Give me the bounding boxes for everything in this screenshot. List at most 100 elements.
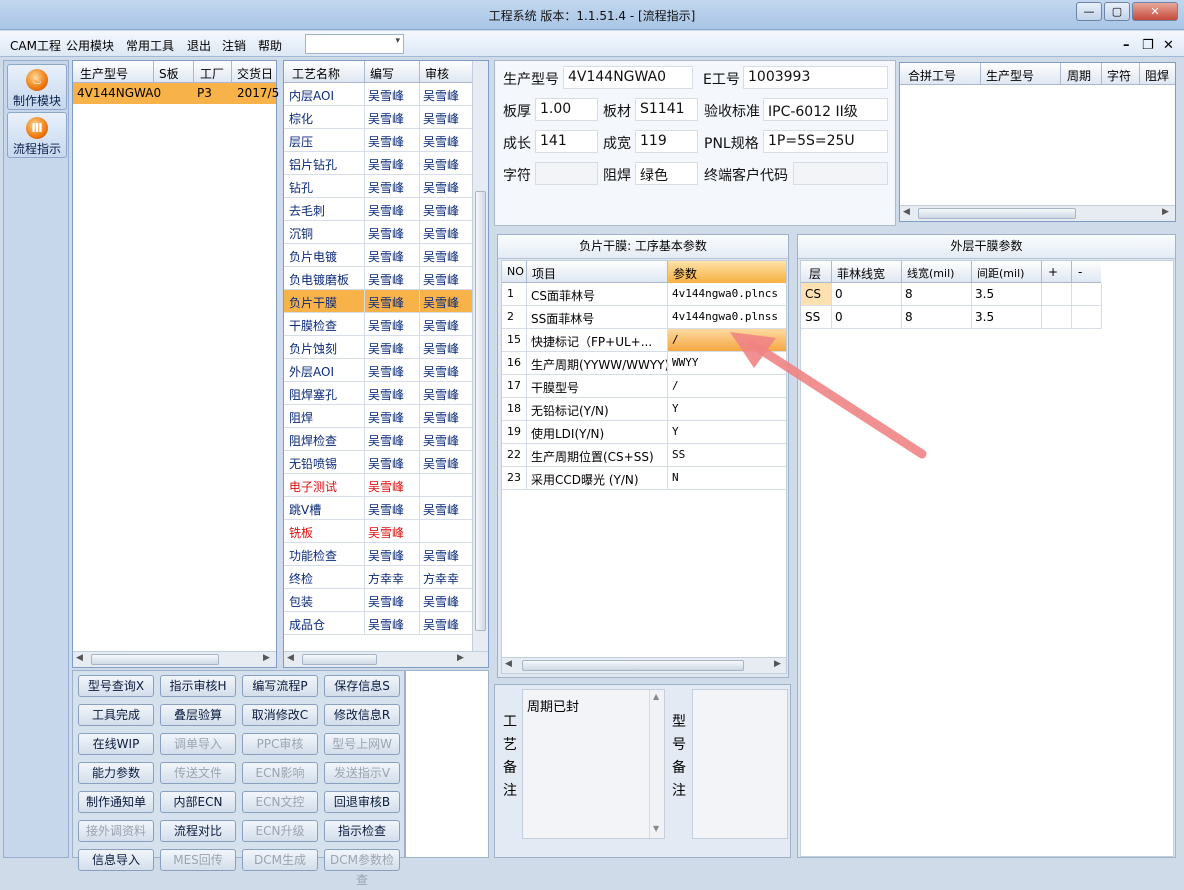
action-button[interactable]: 工具完成 bbox=[78, 704, 154, 726]
action-button[interactable]: DCM生成 bbox=[242, 849, 318, 871]
table-row[interactable]: 4V144NGWA0 P3 2017/5 bbox=[73, 83, 279, 104]
action-button[interactable]: 回退审核B bbox=[324, 791, 400, 813]
cell-param[interactable]: Y bbox=[672, 425, 679, 438]
process-note-box[interactable]: 周期已封 ▲ ▼ bbox=[522, 689, 665, 839]
table-row[interactable]: 铝片钻孔 吴雪峰 吴雪峰 bbox=[284, 152, 472, 175]
table-row[interactable]: 负电镀磨板 吴雪峰 吴雪峰 bbox=[284, 267, 472, 290]
action-button[interactable]: 内部ECN bbox=[160, 791, 236, 813]
table-row[interactable]: 沉铜 吴雪峰 吴雪峰 bbox=[284, 221, 472, 244]
menu-public[interactable]: 公用模块 bbox=[66, 37, 114, 54]
table-row[interactable]: 棕化 吴雪峰 吴雪峰 bbox=[284, 106, 472, 129]
table-row[interactable]: 层压 吴雪峰 吴雪峰 bbox=[284, 129, 472, 152]
action-button[interactable]: 指示审核H bbox=[160, 675, 236, 697]
table-row[interactable]: 阻焊检查 吴雪峰 吴雪峰 bbox=[284, 428, 472, 451]
col-s[interactable]: S板 bbox=[159, 65, 179, 82]
action-button[interactable]: 传送文件 bbox=[160, 762, 236, 784]
horizontal-scrollbar[interactable]: ◀ ▶ bbox=[73, 651, 276, 667]
action-button[interactable]: PPC审核 bbox=[242, 733, 318, 755]
table-row[interactable]: 干膜检查 吴雪峰 吴雪峰 bbox=[284, 313, 472, 336]
customer-field[interactable] bbox=[793, 162, 888, 185]
menu-logout[interactable]: 注销 bbox=[222, 37, 246, 54]
action-button[interactable]: 制作通知单 bbox=[78, 791, 154, 813]
cell-param[interactable]: N bbox=[672, 471, 679, 484]
vertical-scrollbar[interactable]: ▲ ▼ bbox=[649, 690, 664, 838]
table-row[interactable]: 跳V槽 吴雪峰 吴雪峰 bbox=[284, 497, 472, 520]
cell-param[interactable]: 4v144ngwa0.plncs bbox=[672, 287, 778, 300]
col-model[interactable]: 生产型号 bbox=[80, 65, 128, 82]
col-auditor[interactable]: 审核 bbox=[425, 65, 449, 82]
table-row[interactable]: CS 0 8 3.5 bbox=[801, 283, 1102, 306]
col-item[interactable]: 项目 bbox=[532, 265, 556, 282]
action-button[interactable]: 能力参数 bbox=[78, 762, 154, 784]
col-merge-mask[interactable]: 阻焊 bbox=[1145, 67, 1169, 84]
action-button[interactable]: 叠层验算 bbox=[160, 704, 236, 726]
action-button[interactable]: 流程对比 bbox=[160, 820, 236, 842]
mdi-close-button[interactable]: ✕ bbox=[1163, 38, 1174, 53]
action-button[interactable]: ECN文控 bbox=[242, 791, 318, 813]
maximize-button[interactable]: ▢ bbox=[1104, 2, 1130, 21]
mask-field[interactable]: 绿色 bbox=[635, 162, 698, 185]
col-spacing[interactable]: 间距(mil) bbox=[977, 265, 1024, 281]
cell-spacing[interactable]: 3.5 bbox=[975, 287, 994, 301]
action-button[interactable]: 在线WIP bbox=[78, 733, 154, 755]
vertical-scrollbar[interactable] bbox=[472, 61, 488, 651]
table-row[interactable]: 负片干膜 吴雪峰 吴雪峰 bbox=[284, 290, 472, 313]
cell-param[interactable]: SS bbox=[672, 448, 685, 461]
action-button[interactable]: DCM参数检查 bbox=[324, 849, 400, 887]
table-row[interactable]: 铣板 吴雪峰 bbox=[284, 520, 472, 543]
col-param[interactable]: 参数 bbox=[673, 265, 697, 282]
table-row[interactable]: 负片电镀 吴雪峰 吴雪峰 bbox=[284, 244, 472, 267]
col-line-width[interactable]: 线宽(mil) bbox=[907, 265, 954, 281]
col-factory[interactable]: 工厂 bbox=[200, 65, 224, 82]
action-button[interactable]: 保存信息S bbox=[324, 675, 400, 697]
col-merge-char[interactable]: 字符 bbox=[1107, 67, 1131, 84]
menu-tools[interactable]: 常用工具 bbox=[126, 37, 174, 54]
table-row[interactable]: 23 采用CCD曝光 (Y/N) N bbox=[502, 467, 786, 490]
table-row[interactable]: 钻孔 吴雪峰 吴雪峰 bbox=[284, 175, 472, 198]
col-film-width[interactable]: 菲林线宽 bbox=[837, 265, 885, 282]
action-button[interactable]: 型号上网W bbox=[324, 733, 400, 755]
table-row[interactable]: 包装 吴雪峰 吴雪峰 bbox=[284, 589, 472, 612]
action-button[interactable]: 型号查询X bbox=[78, 675, 154, 697]
menu-exit[interactable]: 退出 bbox=[187, 37, 211, 54]
cell-line-width[interactable]: 8 bbox=[905, 310, 913, 324]
table-row[interactable]: 终检 方幸幸 方幸幸 bbox=[284, 566, 472, 589]
col-layer[interactable]: 层 bbox=[809, 265, 821, 282]
horizontal-scrollbar[interactable]: ◀ ▶ bbox=[900, 205, 1175, 221]
cell-film-width[interactable]: 0 bbox=[835, 287, 843, 301]
table-row[interactable]: 阻焊 吴雪峰 吴雪峰 bbox=[284, 405, 472, 428]
pnl-field[interactable]: 1P=5S=25U bbox=[763, 130, 888, 153]
action-button[interactable]: 发送指示V bbox=[324, 762, 400, 784]
col-merge-model[interactable]: 生产型号 bbox=[986, 67, 1034, 84]
action-button[interactable]: 指示检查 bbox=[324, 820, 400, 842]
cell-param[interactable]: Y bbox=[672, 402, 679, 415]
table-row[interactable]: 无铅喷锡 吴雪峰 吴雪峰 bbox=[284, 451, 472, 474]
col-process[interactable]: 工艺名称 bbox=[292, 65, 340, 82]
cell-param[interactable]: / bbox=[672, 333, 679, 346]
length-field[interactable]: 141 bbox=[535, 130, 598, 153]
minimize-button[interactable]: — bbox=[1076, 2, 1102, 21]
char-field[interactable] bbox=[535, 162, 598, 185]
horizontal-scrollbar[interactable]: ◀ ▶ bbox=[284, 651, 488, 667]
horizontal-scrollbar[interactable]: ◀ ▶ bbox=[502, 657, 786, 673]
remove-column-button[interactable]: - bbox=[1078, 265, 1082, 279]
action-button[interactable]: MES回传 bbox=[160, 849, 236, 871]
table-row[interactable]: 负片蚀刻 吴雪峰 吴雪峰 bbox=[284, 336, 472, 359]
table-row[interactable]: 功能检查 吴雪峰 吴雪峰 bbox=[284, 543, 472, 566]
table-row[interactable]: 阻焊塞孔 吴雪峰 吴雪峰 bbox=[284, 382, 472, 405]
table-row[interactable]: 内层AOI 吴雪峰 吴雪峰 bbox=[284, 83, 472, 106]
menu-cam[interactable]: CAM工程 bbox=[10, 37, 61, 54]
col-writer[interactable]: 编写 bbox=[370, 65, 394, 82]
cell-spacing[interactable]: 3.5 bbox=[975, 310, 994, 324]
material-field[interactable]: S1141 bbox=[635, 98, 698, 121]
model-field[interactable]: 4V144NGWA0 bbox=[563, 66, 693, 89]
standard-field[interactable]: IPC-6012 II级 bbox=[763, 98, 888, 121]
mdi-minimize-button[interactable]: – bbox=[1123, 38, 1130, 53]
table-row[interactable]: SS 0 8 3.5 bbox=[801, 306, 1102, 329]
cell-param[interactable]: WWYY bbox=[672, 356, 699, 369]
action-button[interactable]: 接外调资料 bbox=[78, 820, 154, 842]
cell-param[interactable]: 4v144ngwa0.plnss bbox=[672, 310, 778, 323]
action-button[interactable]: 修改信息R bbox=[324, 704, 400, 726]
menu-combo[interactable]: ▾ bbox=[305, 34, 404, 54]
sidebar-item-make[interactable]: ♨ 制作模块 bbox=[7, 64, 67, 110]
